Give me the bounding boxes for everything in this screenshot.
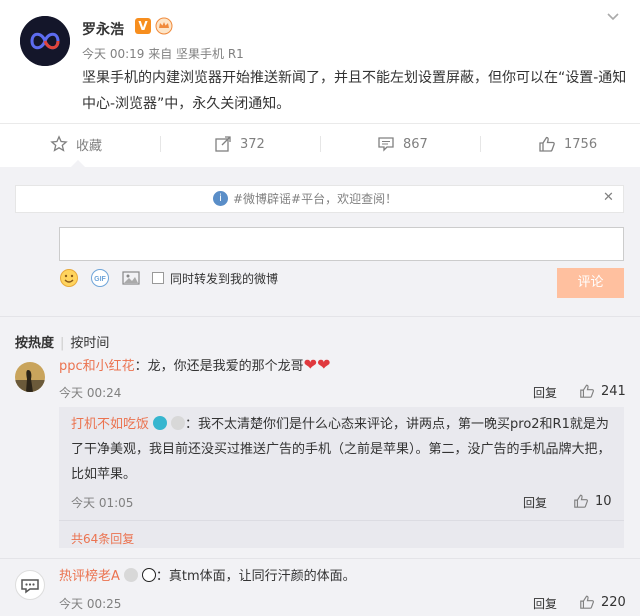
sort-separator: | <box>60 336 65 351</box>
tab-time[interactable]: 按时间 <box>70 336 109 351</box>
comment-time: 今天 00:24 <box>59 386 122 400</box>
share-icon <box>215 136 231 152</box>
divider <box>320 136 321 152</box>
notice-text[interactable]: #微博辟谣#平台，欢迎查阅！ <box>233 190 397 207</box>
tab-hot[interactable]: 按热度 <box>15 336 54 351</box>
sub-comment-time: 今天 01:05 <box>71 496 134 510</box>
thumbs-up-icon <box>574 494 588 508</box>
divider <box>480 136 481 152</box>
star-icon <box>50 135 68 152</box>
repost-checkbox-label: 同时转发到我的微博 <box>170 272 279 286</box>
thumbs-up-icon <box>580 595 594 609</box>
submit-comment-button[interactable]: 评论 <box>557 268 624 298</box>
post-meta: 今天 00:19 来自 坚果手机 R1 <box>82 47 244 61</box>
repost-count: 372 <box>240 136 265 152</box>
favorite-label: 收藏 <box>76 138 103 154</box>
sub-comment-username[interactable]: 打机不如吃饭 <box>71 417 149 432</box>
comment-username[interactable]: ppc和小红花 <box>59 359 135 374</box>
repost-button[interactable]: 372 <box>214 131 265 157</box>
reply-button[interactable]: 回复 <box>533 384 557 401</box>
chevron-down-icon[interactable] <box>606 9 620 27</box>
comment-like-button[interactable]: 241 <box>579 383 626 399</box>
medal-badge-icon <box>123 568 138 582</box>
panda-badge-icon <box>141 568 156 582</box>
divider <box>0 316 640 317</box>
author-name[interactable]: 罗永浩 <box>82 19 124 39</box>
emoji-icon[interactable] <box>59 268 79 288</box>
comment-like-count: 220 <box>601 594 626 610</box>
author-avatar[interactable] <box>20 16 70 66</box>
close-icon[interactable]: ✕ <box>603 190 614 205</box>
comment-button[interactable]: 867 <box>377 131 428 157</box>
divider <box>59 520 624 521</box>
like-count: 1756 <box>564 136 598 152</box>
divider <box>0 558 640 559</box>
like-button[interactable]: 1756 <box>538 131 597 157</box>
comment-count: 867 <box>403 136 428 152</box>
verified-badge-icon: V <box>135 18 151 34</box>
comment-username[interactable]: 热评榜老A <box>59 569 120 584</box>
gif-icon[interactable]: GIF <box>90 268 110 288</box>
thumbs-up-icon <box>580 384 594 398</box>
comment-like-button[interactable]: 220 <box>579 594 626 610</box>
thumbs-up-icon <box>539 136 555 152</box>
more-replies-link[interactable]: 共64条回复 <box>71 530 134 547</box>
heart-emoji-icon: ❤ <box>317 355 331 374</box>
sub-comment-like-button[interactable]: 10 <box>573 493 612 509</box>
image-icon[interactable] <box>121 268 141 288</box>
divider <box>0 123 640 124</box>
comment-body: ：龙，你还是我爱的那个龙哥 <box>134 359 304 374</box>
svg-text:GIF: GIF <box>94 276 106 283</box>
comment-icon <box>378 137 394 152</box>
sub-reply-button[interactable]: 回复 <box>523 494 547 511</box>
heart-emoji-icon: ❤ <box>303 355 318 374</box>
divider <box>160 136 161 152</box>
commenter-avatar[interactable] <box>15 570 45 600</box>
medal-badge-icon <box>171 416 186 430</box>
post-content: 坚果手机的内建浏览器开始推送新闻了，并且不能左划设置屏蔽，但你可以在“设置-通知… <box>82 70 627 112</box>
sort-tabs: 按热度 | 按时间 <box>15 332 109 351</box>
crown-badge-icon <box>155 17 173 35</box>
comment-like-count: 241 <box>601 383 626 399</box>
reply-button[interactable]: 回复 <box>533 595 557 612</box>
repost-checkbox[interactable] <box>152 272 164 284</box>
commenter-avatar[interactable] <box>15 362 45 392</box>
comment-body: ：真tm体面，让同行汗颜的体面。 <box>155 569 356 584</box>
sub-comment-like-count: 10 <box>595 493 612 509</box>
sub-comment-body: ：我不太清楚你们是什么心态来评论，讲两点，第一晚买pro2和R1就是为了干净美观… <box>71 417 611 482</box>
panel-arrow <box>70 160 86 168</box>
favorite-button[interactable]: 收藏 <box>50 131 102 157</box>
comment-time: 今天 00:25 <box>59 597 122 611</box>
sub-comment-text: 打机不如吃饭 ：我不太清楚你们是什么心态来评论，讲两点，第一晚买pro2和R1就是… <box>71 412 612 487</box>
infinity-logo-icon <box>20 16 70 66</box>
vip-badge-icon <box>153 416 168 430</box>
comment-input[interactable] <box>59 227 624 261</box>
comment-text-row: 热评榜老A ：真tm体面，让同行汗颜的体面。 <box>59 564 356 590</box>
info-icon: i <box>213 191 228 206</box>
comment-text-row: ppc和小红花：龙，你还是我爱的那个龙哥❤❤ <box>59 352 330 380</box>
